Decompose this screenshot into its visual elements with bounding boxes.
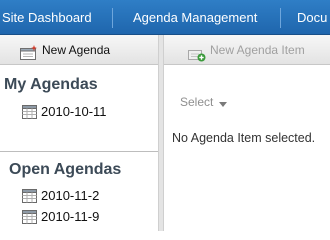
new-agenda-item-label: New Agenda Item — [210, 43, 305, 57]
agenda-date-label: 2010-10-11 — [41, 104, 107, 119]
new-agenda-label: New Agenda — [42, 43, 111, 57]
calendar-icon — [22, 189, 37, 207]
nav-separator — [112, 8, 113, 28]
select-dropdown[interactable]: Select — [180, 95, 227, 110]
nav-site-dashboard[interactable]: Site Dashboard — [2, 0, 92, 34]
select-label: Select — [180, 95, 214, 109]
agenda-item-pane: Select No Agenda Item selected. — [164, 66, 330, 231]
agenda-list-pane: My Agendas 2010-10-11 Open Agendas 2010-… — [0, 66, 158, 231]
calendar-icon — [22, 105, 37, 123]
my-agendas-heading: My Agendas — [4, 76, 98, 93]
new-agenda-button[interactable]: New Agenda — [20, 35, 140, 65]
new-agenda-item-button[interactable]: New Agenda Item — [188, 35, 328, 65]
caret-down-icon — [218, 96, 227, 110]
top-nav-bar: Site Dashboard Agenda Management Docu — [0, 0, 330, 35]
nav-agenda-management[interactable]: Agenda Management — [133, 0, 257, 34]
agenda-item-toolbar: New Agenda Item — [164, 35, 330, 65]
section-divider — [0, 151, 158, 152]
open-agendas-heading: Open Agendas — [9, 161, 122, 178]
agenda-date-label: 2010-11-2 — [41, 188, 100, 203]
agenda-list-toolbar: New Agenda — [0, 35, 158, 65]
nav-separator — [280, 8, 281, 28]
calendar-icon — [22, 210, 37, 228]
nav-documents[interactable]: Docu — [297, 0, 327, 34]
agenda-date-label: 2010-11-9 — [41, 209, 100, 224]
no-selection-message: No Agenda Item selected. — [172, 131, 316, 145]
